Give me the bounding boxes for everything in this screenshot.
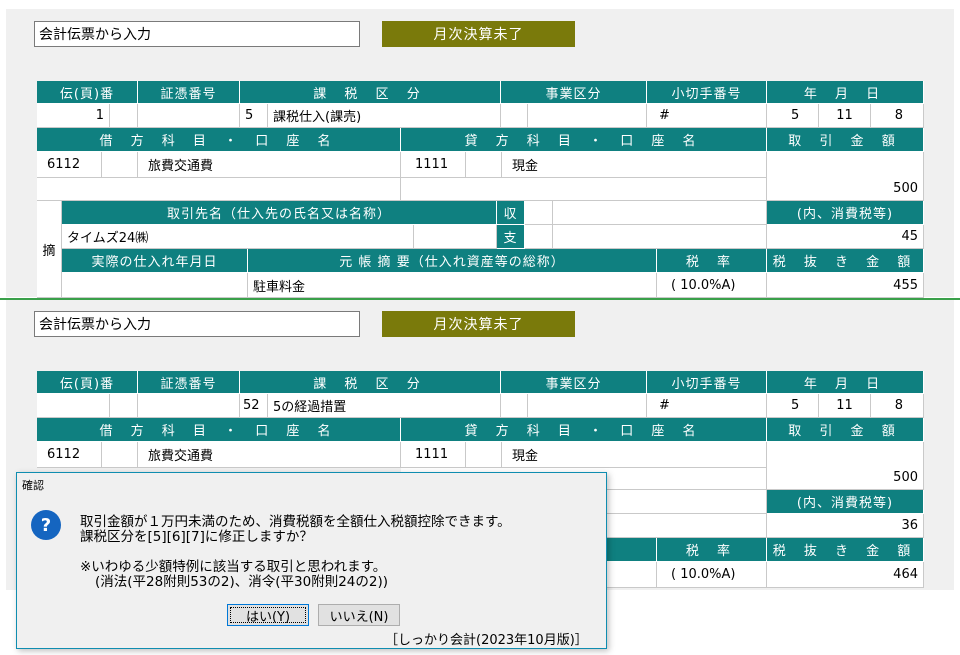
header-debit-account: 借 方 科 目 ・ 口 座 名 — [37, 128, 401, 152]
header-tax-rate: 税 率 — [657, 249, 767, 273]
amount-field[interactable]: 500 — [767, 152, 924, 201]
b-credit-code-field[interactable]: 1111 — [401, 442, 466, 468]
b-header-date: 年 月 日 — [767, 371, 924, 394]
summary-label: 摘 — [37, 201, 62, 298]
b-debit-name-field[interactable]: 旅費交通費 — [138, 442, 401, 468]
bottom-title-input[interactable]: 会計伝票から入力 — [34, 311, 360, 337]
header-tax-included: (内、消費税等) — [767, 201, 924, 225]
b-header-jigyo-kubun: 事業区分 — [501, 371, 647, 394]
b-zei-code-field[interactable]: 52 — [240, 394, 268, 418]
confirm-dialog: 確認 ? 取引金額が１万円未満のため、消費税額を全額仕入税額控除できます。 課税… — [16, 472, 607, 649]
question-icon: ? — [31, 510, 61, 540]
b-header-zei-kubun: 課 税 区 分 — [240, 371, 501, 394]
zei-code-field[interactable]: 5 — [240, 104, 268, 128]
yes-button[interactable]: はい(Y) — [227, 604, 309, 626]
year-field[interactable]: 5 — [767, 104, 819, 128]
credit-extra-field[interactable] — [401, 178, 767, 201]
amount-excl-tax-field[interactable]: 455 — [767, 273, 924, 298]
receive-check[interactable] — [525, 201, 553, 225]
denpyo-no-field[interactable]: 1 — [37, 104, 110, 128]
header-credit-account: 貸 方 科 目 ・ 口 座 名 — [401, 128, 767, 152]
header-zei-kubun: 課 税 区 分 — [240, 81, 501, 104]
tax-amount-field[interactable]: 45 — [767, 225, 924, 249]
top-title-input[interactable]: 会計伝票から入力 — [34, 21, 360, 47]
b-debit-code-field[interactable]: 6112 — [37, 442, 102, 468]
b-jigyo-name-field[interactable] — [528, 394, 647, 418]
top-status-button[interactable]: 月次決算未了 — [382, 21, 575, 47]
b-header-kogitte-no: 小切手番号 — [647, 371, 767, 394]
header-amount: 取 引 金 額 — [767, 128, 924, 152]
header-pay: 支 — [497, 225, 525, 249]
b-month-field[interactable]: 11 — [819, 394, 871, 418]
month-field[interactable]: 11 — [819, 104, 871, 128]
b-shohyo-no-field[interactable] — [138, 394, 240, 418]
dialog-title: 確認 — [22, 479, 44, 492]
header-denpyo-no: 伝(頁)番 — [37, 81, 138, 104]
debit-extra-field[interactable] — [37, 178, 401, 201]
header-amount-excl-tax: 税 抜 き 金 額 — [767, 249, 924, 273]
credit-code-field[interactable]: 1111 — [401, 152, 466, 178]
b-header-shohyo-no: 証憑番号 — [138, 371, 240, 394]
credit-name-field[interactable]: 現金 — [502, 152, 767, 178]
b-tax-rate-field[interactable]: ( 10.0%A) — [657, 562, 767, 588]
b-header-amount: 取 引 金 額 — [767, 418, 924, 442]
b-day-field[interactable]: 8 — [871, 394, 924, 418]
partner-name-field[interactable]: タイムズ24㈱ — [62, 225, 414, 249]
b-header-amount-excl-tax: 税 抜 き 金 額 — [767, 538, 924, 562]
pay-check[interactable] — [525, 225, 553, 249]
day-field[interactable]: 8 — [871, 104, 924, 128]
b-jigyo-code-field[interactable] — [501, 394, 528, 418]
header-jigyo-kubun: 事業区分 — [501, 81, 647, 104]
pay-field[interactable] — [553, 225, 767, 249]
b-credit-sub-field[interactable] — [466, 442, 502, 468]
jigyo-name-field[interactable] — [528, 104, 647, 128]
debit-code-field[interactable]: 6112 — [37, 152, 102, 178]
b-debit-sub-field[interactable] — [102, 442, 138, 468]
jigyo-code-field[interactable] — [501, 104, 528, 128]
b-amount-excl-tax-field[interactable]: 464 — [767, 562, 924, 588]
b-header-credit-account: 貸 方 科 目 ・ 口 座 名 — [401, 418, 767, 442]
header-kogitte-no: 小切手番号 — [647, 81, 767, 104]
dialog-message-line4: (消法(平28附則53の2)、消令(平30附則24の2)) — [95, 574, 388, 590]
header-date: 年 月 日 — [767, 81, 924, 104]
credit-sub-field[interactable] — [466, 152, 502, 178]
ledger-summary-field[interactable]: 駐車料金 — [248, 273, 657, 298]
b-tax-amount-field[interactable]: 36 — [767, 514, 924, 538]
b-denpyo-sub-field[interactable] — [110, 394, 138, 418]
shohyo-no-field[interactable] — [138, 104, 240, 128]
receive-field[interactable] — [553, 201, 767, 225]
b-zei-name-field[interactable]: 5の経過措置 — [268, 394, 501, 418]
kogitte-no-field[interactable]: # — [647, 104, 767, 128]
b-credit-name-field[interactable]: 現金 — [502, 442, 767, 468]
b-kogitte-no-field[interactable]: # — [647, 394, 767, 418]
header-receive: 収 — [497, 201, 525, 225]
b-header-tax-rate: 税 率 — [657, 538, 767, 562]
b-header-denpyo-no: 伝(頁)番 — [37, 371, 138, 394]
purchase-date-field[interactable] — [62, 273, 248, 298]
partner-sub-field[interactable] — [414, 225, 497, 249]
zei-name-field[interactable]: 課税仕入(課売) — [268, 104, 501, 128]
debit-sub-field[interactable] — [102, 152, 138, 178]
bottom-status-button[interactable]: 月次決算未了 — [382, 311, 575, 337]
tax-rate-field[interactable]: ( 10.0%A) — [657, 273, 767, 298]
dialog-message-line2: 課税区分を[5][6][7]に修正しますか？ — [80, 529, 313, 545]
debit-name-field[interactable]: 旅費交通費 — [138, 152, 401, 178]
b-header-debit-account: 借 方 科 目 ・ 口 座 名 — [37, 418, 401, 442]
no-button[interactable]: いいえ(N) — [318, 604, 400, 626]
header-shohyo-no: 証憑番号 — [138, 81, 240, 104]
b-year-field[interactable]: 5 — [767, 394, 819, 418]
denpyo-sub-field[interactable] — [110, 104, 138, 128]
dialog-footer: ［しっかり会計(2023年10月版)］ — [385, 633, 588, 648]
b-header-tax-included: (内、消費税等) — [767, 490, 924, 514]
header-ledger-summary: 元 帳 摘 要（仕入れ資産等の総称） — [248, 249, 657, 273]
b-amount-field[interactable]: 500 — [767, 442, 924, 490]
header-purchase-date: 実際の仕入れ年月日 — [62, 249, 248, 273]
b-denpyo-no-field[interactable] — [37, 394, 110, 418]
header-partner: 取引先名（仕入先の氏名又は名称） — [62, 201, 497, 225]
